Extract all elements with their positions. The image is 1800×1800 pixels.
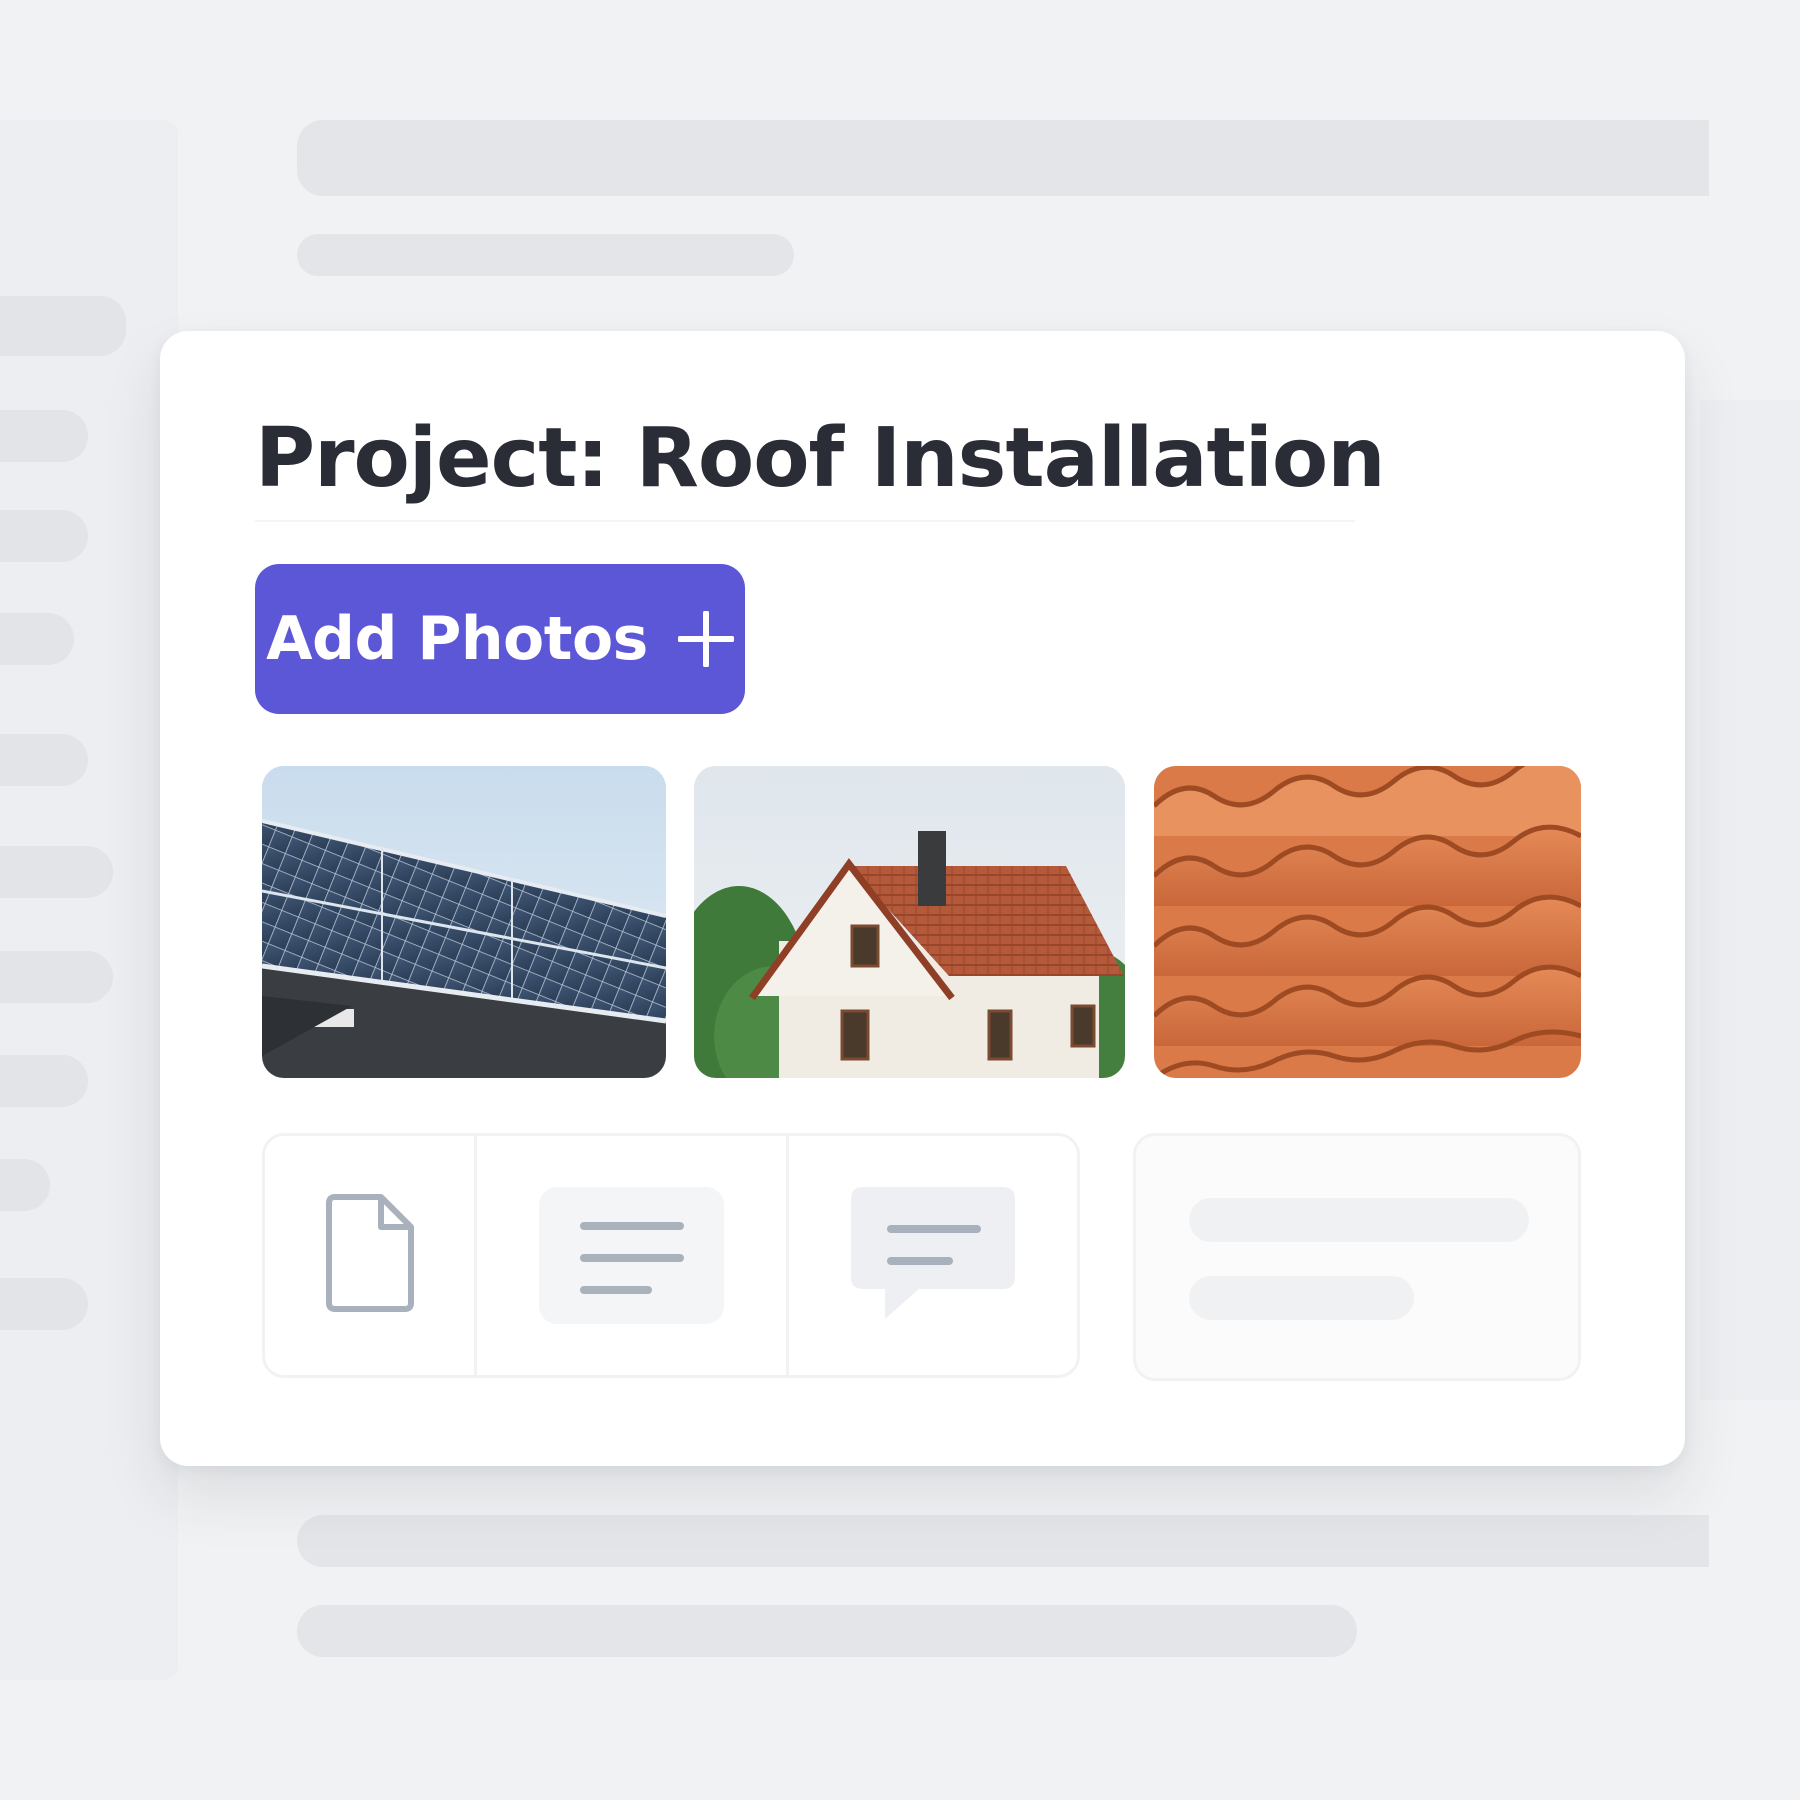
project-card: Project: Roof Installation Add Photos: [160, 331, 1685, 1466]
add-photos-button[interactable]: Add Photos: [255, 564, 745, 714]
background-row-bar: [297, 1605, 1357, 1657]
details-placeholder-line: [1189, 1198, 1529, 1242]
background-sidebar-item: [0, 1278, 88, 1330]
photo-thumbnail-solar-panels[interactable]: [262, 766, 666, 1078]
photo-thumbnail-roof-tiles[interactable]: [1154, 766, 1581, 1078]
background-sidebar-item: [0, 1055, 88, 1107]
background-header-bar: [297, 120, 1709, 196]
text-lines-icon: [539, 1187, 724, 1324]
comment-tool[interactable]: [789, 1136, 1077, 1375]
background-right-panel: [1700, 400, 1800, 1400]
document-icon: [325, 1193, 415, 1318]
background-sidebar-item: [0, 951, 113, 1003]
background-sidebar-item: [0, 1159, 50, 1211]
details-placeholder-line: [1189, 1276, 1414, 1320]
document-tool[interactable]: [265, 1136, 477, 1375]
background-sidebar-item: [0, 734, 88, 786]
background-sidebar-item: [0, 510, 88, 562]
background-sidebar-item: [0, 296, 126, 356]
background-row-bar: [297, 1515, 1709, 1567]
plus-icon: [677, 611, 734, 667]
photo-thumbnail-house[interactable]: [694, 766, 1125, 1078]
details-panel: [1133, 1133, 1581, 1381]
tools-panel: [262, 1133, 1080, 1378]
add-photos-label: Add Photos: [266, 604, 648, 674]
comment-icon: [847, 1183, 1019, 1328]
page-title: Project: Roof Installation: [255, 411, 1386, 506]
background-sidebar-item: [0, 410, 88, 462]
background-sidebar-item: [0, 613, 74, 665]
background-sidebar-item: [0, 846, 113, 898]
background-subtitle-bar: [297, 234, 794, 276]
title-divider: [255, 520, 1355, 522]
text-tool[interactable]: [477, 1136, 789, 1375]
